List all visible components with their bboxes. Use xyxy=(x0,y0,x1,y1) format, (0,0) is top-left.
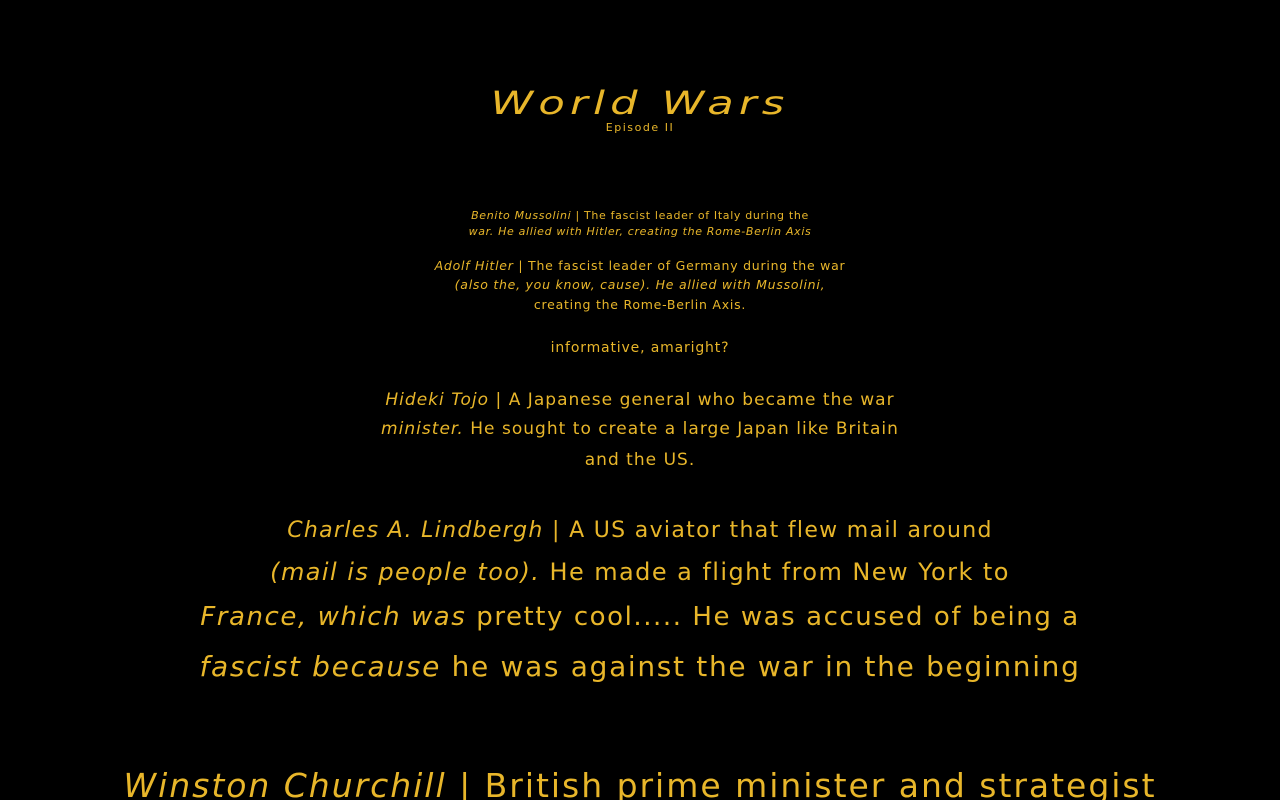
paragraph-hitler-line-1: Adolf Hitler | The fascist leader of Ger… xyxy=(0,258,1280,273)
paragraph-lindbergh-line-1: Charles A. Lindbergh | A US aviator that… xyxy=(0,518,1280,543)
person-name: Winston Churchill xyxy=(123,766,447,800)
paragraph-lindbergh-line-2: (mail is people too). He made a flight f… xyxy=(0,558,1280,586)
person-name: Charles A. Lindbergh xyxy=(287,518,544,543)
person-name: Adolf Hitler xyxy=(434,258,514,273)
paragraph-text: | A Japanese general who became the war xyxy=(495,390,895,410)
paragraph-lindbergh-line-4: fascist because he was against the war i… xyxy=(0,650,1280,683)
paragraph-text-italic: (mail is people too). xyxy=(270,558,541,586)
paragraph-text-italic: France, which was xyxy=(200,602,467,632)
crawl-text-area: World Wars Episode II Benito Mussolini |… xyxy=(0,0,1280,800)
aside-text: informative, amaright? xyxy=(550,340,730,356)
crawl-title: World Wars xyxy=(490,84,790,122)
paragraph-hitler-line-2: (also the, you know, cause). He allied w… xyxy=(454,277,826,292)
paragraph-churchill-line-1: Winston Churchill | British prime minist… xyxy=(0,766,1280,800)
person-name: Benito Mussolini xyxy=(471,209,572,222)
person-name: Hideki Tojo xyxy=(385,390,490,410)
paragraph-text: pretty cool..... He was accused of being… xyxy=(476,602,1080,632)
paragraph-mussolini-line-2: war. He allied with Hitler, creating the… xyxy=(468,225,812,238)
paragraph-tojo-line-2: minister. He sought to create a large Ja… xyxy=(0,419,1280,439)
paragraph-tojo-line-3: and the US. xyxy=(584,450,696,470)
paragraph-hitler-line-3: creating the Rome-Berlin Axis. xyxy=(533,297,747,312)
paragraph-text: | A US aviator that flew mail around xyxy=(552,518,993,543)
paragraph-text: He made a flight from New York to xyxy=(549,558,1010,586)
paragraph-lindbergh-line-3: France, which was pretty cool..... He wa… xyxy=(0,602,1280,632)
paragraph-mussolini-line-1: Benito Mussolini | The fascist leader of… xyxy=(0,209,1280,222)
paragraph-text: He sought to create a large Japan like B… xyxy=(470,419,899,439)
paragraph-text-italic: fascist because xyxy=(199,650,441,683)
paragraph-text: | The fascist leader of Germany during t… xyxy=(518,258,846,273)
paragraph-text: | British prime minister and strategist xyxy=(459,766,1157,800)
paragraph-tojo-line-1: Hideki Tojo | A Japanese general who bec… xyxy=(0,390,1280,410)
paragraph-text-italic: minister. xyxy=(381,419,464,439)
crawl-episode: Episode II xyxy=(605,121,675,134)
paragraph-text: | The fascist leader of Italy during the xyxy=(575,209,809,222)
paragraph-text: he was against the war in the beginning xyxy=(451,650,1081,683)
